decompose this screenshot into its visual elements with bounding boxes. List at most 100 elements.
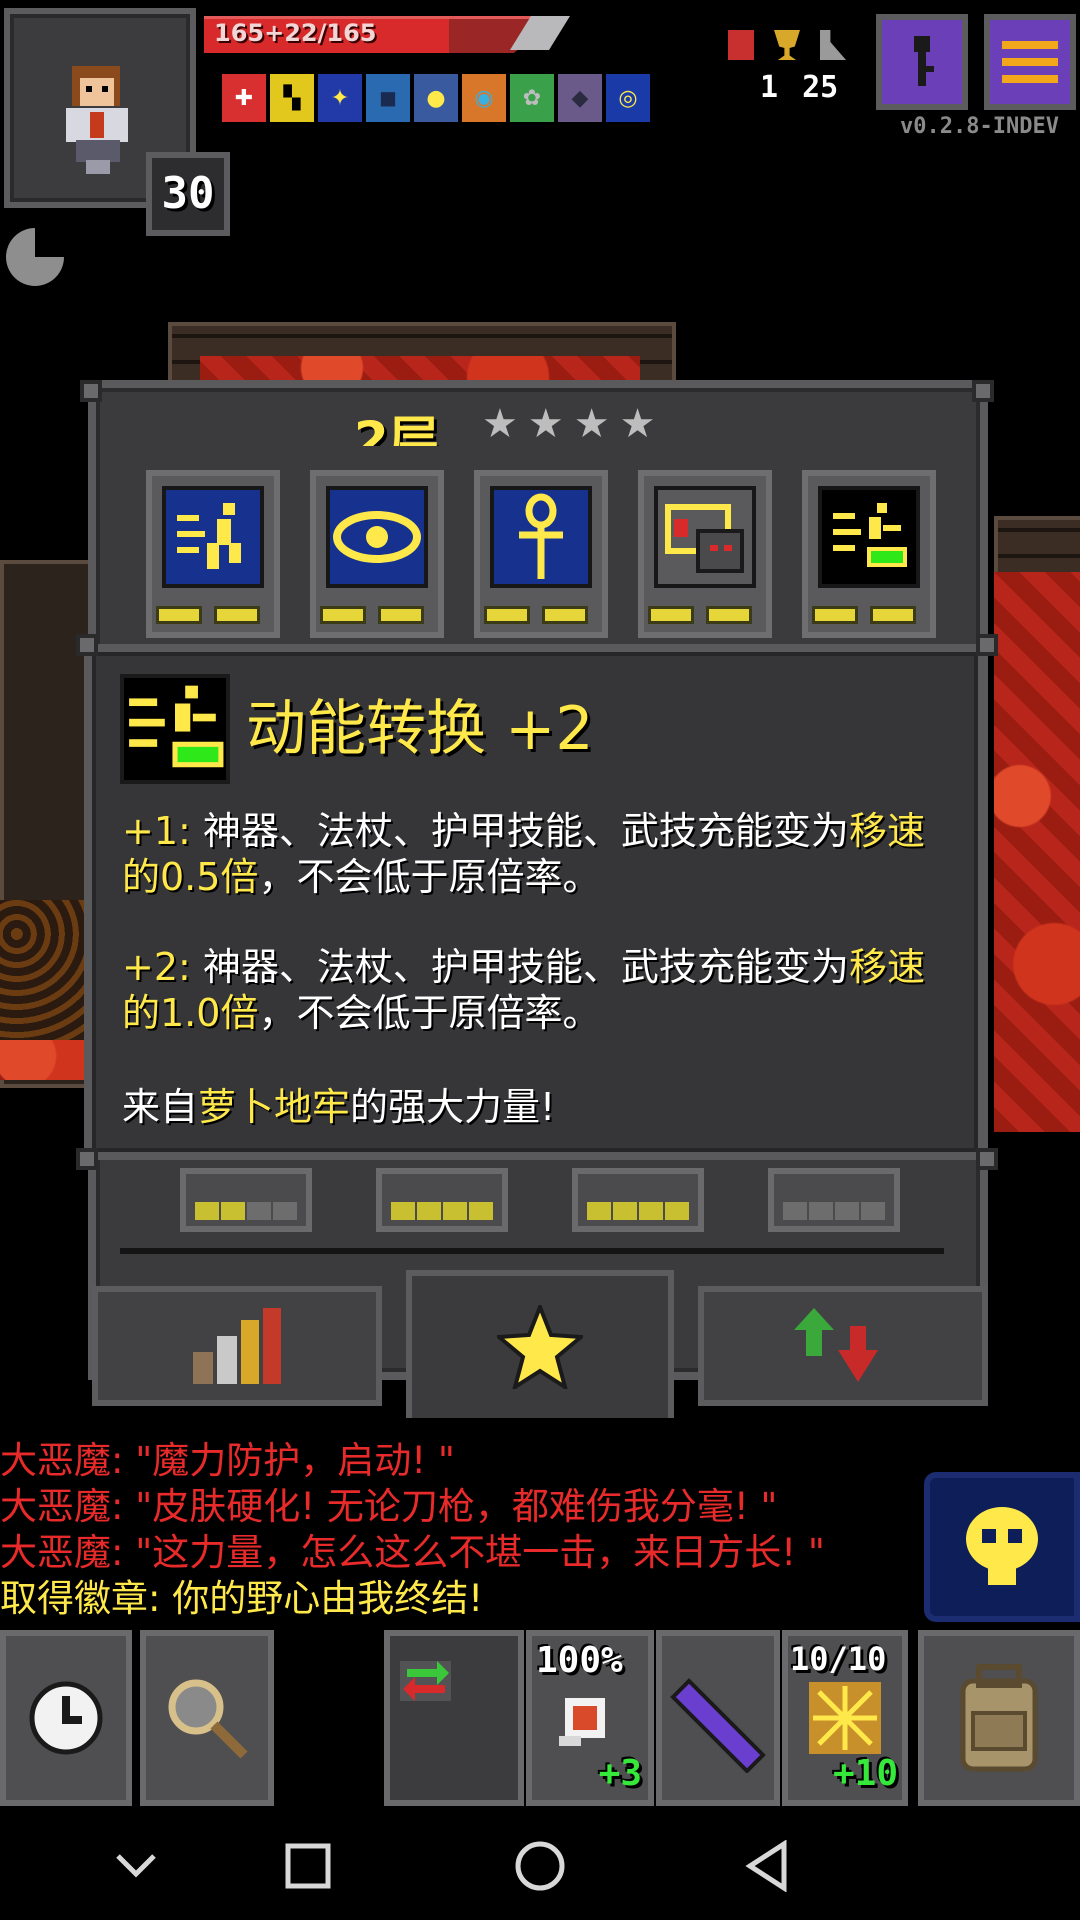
mind-vision-buff-icon[interactable]: ◉ — [462, 74, 506, 122]
key-icon — [914, 36, 934, 86]
talent-point-pip — [214, 606, 260, 624]
tier-star-icon: ★ — [527, 401, 564, 447]
amok-buff-icon[interactable]: ◆ — [558, 74, 602, 122]
wait-button[interactable] — [0, 1630, 132, 1806]
back-triangle-icon — [745, 1840, 787, 1892]
talent-tier-slot[interactable] — [376, 1168, 508, 1232]
pickaxe-item-icon — [559, 1698, 605, 1746]
tier-pip — [861, 1202, 885, 1220]
quickslot-charges: 10/10 — [790, 1640, 887, 1678]
quickslot-1[interactable]: 100% +3 — [526, 1630, 654, 1806]
tier-pip — [587, 1202, 611, 1220]
panel-corner — [976, 1148, 998, 1170]
quickslot-swap-grid[interactable] — [384, 1630, 524, 1806]
description-tail: ，不会低于原倍率。 — [258, 991, 601, 1035]
talent-slot-kinetic-conversion[interactable] — [802, 470, 936, 638]
badge-button[interactable] — [924, 1472, 1080, 1622]
lava-floor-right — [994, 572, 1080, 1132]
clock-icon — [29, 1681, 103, 1755]
talent-point-pip — [156, 606, 202, 624]
kinetic-conversion-talent-icon — [818, 486, 920, 588]
heal-buff-icon[interactable]: ✚ — [222, 74, 266, 122]
tier-pip — [221, 1202, 245, 1220]
talent-point-pip — [648, 606, 694, 624]
tier-star-icon: ★ — [573, 401, 610, 447]
nav-collapse-button[interactable] — [100, 1830, 172, 1902]
backpack-button[interactable] — [918, 1630, 1080, 1806]
description-tail: ，不会低于原倍率。 — [258, 855, 601, 899]
talent-slot-haste[interactable] — [146, 470, 280, 638]
search-button[interactable] — [140, 1630, 274, 1806]
stat-icons — [728, 30, 846, 60]
talent-slot-rune-card[interactable] — [638, 470, 772, 638]
level-prefix: +2: — [122, 945, 191, 989]
talent-point-pip — [378, 606, 424, 624]
quickslot-percent: 100% — [536, 1640, 623, 1681]
talent-point-pip — [320, 606, 366, 624]
talent-tier-slot[interactable] — [572, 1168, 704, 1232]
tier-pip — [195, 1202, 219, 1220]
talent-slot-eye[interactable] — [310, 470, 444, 638]
square-icon — [285, 1843, 331, 1889]
depth-count: 25 — [802, 70, 839, 105]
tier-star-icon: ★ — [482, 401, 518, 447]
depth-stairs-icon — [820, 30, 846, 60]
description-text: 神器、法杖、护甲技能、武技充能变为 — [202, 945, 849, 989]
dice-buff-icon[interactable]: ▚ — [270, 74, 314, 122]
sunburst-artifact-icon — [809, 1682, 881, 1754]
log-line: 大恶魔: "这力量，怎么这么不堪一击，来日方长! " — [0, 1531, 825, 1574]
stats-tab[interactable] — [92, 1286, 382, 1406]
version-label: v0.2.8-INDEV — [900, 114, 1059, 139]
tooltip-title: 动能转换 +2 — [246, 694, 594, 764]
backpack-icon — [960, 1664, 1038, 1772]
eye-buff-icon[interactable]: ◎ — [606, 74, 650, 122]
tooltip-line-2: +2: 神器、法杖、护甲技能、武技充能变为移速的1.0倍，不会低于原倍率。 — [122, 944, 962, 1036]
menu-button[interactable] — [984, 14, 1076, 110]
quickslot-upgrade: +10 — [832, 1753, 898, 1794]
tier-pip — [443, 1202, 467, 1220]
star-icon — [497, 1305, 583, 1389]
talent-tier-slot[interactable] — [180, 1168, 312, 1232]
journal-button[interactable] — [876, 14, 968, 110]
quickslot-upgrade: +3 — [598, 1753, 642, 1794]
talents-tab[interactable] — [406, 1270, 674, 1418]
hero-level: 30 — [146, 152, 230, 236]
tier-pip — [417, 1202, 441, 1220]
tier-title: 2层 — [354, 411, 439, 446]
talent-tier-slot[interactable] — [768, 1168, 900, 1232]
tier-pip — [469, 1202, 493, 1220]
shield-buff-icon[interactable]: ◼ — [366, 74, 410, 122]
tier-pip — [247, 1202, 271, 1220]
tier-pip — [835, 1202, 859, 1220]
quickslot-3[interactable]: 10/10 +10 — [782, 1630, 908, 1806]
nav-back-button[interactable] — [732, 1830, 804, 1902]
trophy-icon — [774, 30, 800, 60]
eye-talent-icon — [326, 486, 428, 588]
log-line: 大恶魔: "魔力防护，启动! " — [0, 1439, 455, 1482]
herb-buff-icon[interactable]: ✿ — [510, 74, 554, 122]
tier-pip — [639, 1202, 663, 1220]
tier-stars: ★ ★ ★ ★ — [482, 404, 655, 444]
wand-item-icon — [670, 1678, 766, 1773]
source-pre: 来自 — [122, 1085, 199, 1129]
talent-slot-ankh[interactable] — [474, 470, 608, 638]
stat-values: 1 25 — [760, 70, 838, 105]
buff-bar[interactable]: ✚ ▚ ✦ ◼ ● ◉ ✿ ◆ ◎ — [222, 74, 650, 122]
source-post: 的强大力量! — [350, 1085, 556, 1129]
spark-buff-icon[interactable]: ✦ — [318, 74, 362, 122]
log-line: 取得徽章: 你的野心由我终结! — [0, 1577, 484, 1620]
tier-pip — [391, 1202, 415, 1220]
tier-pip — [783, 1202, 807, 1220]
hamburger-menu-icon — [1002, 41, 1058, 83]
panel-corner — [976, 634, 998, 656]
bar-chart-icon — [193, 1308, 281, 1384]
swap-icon[interactable] — [400, 1660, 451, 1701]
search-icon — [168, 1679, 248, 1759]
nav-home-button[interactable] — [504, 1830, 576, 1902]
light-buff-icon[interactable]: ● — [414, 74, 458, 122]
tier-pip — [273, 1202, 297, 1220]
nav-recents-button[interactable] — [272, 1830, 344, 1902]
quickslot-2[interactable] — [656, 1630, 780, 1806]
items-tab[interactable] — [698, 1286, 988, 1406]
log-line: 大恶魔: "皮肤硬化! 无论刀枪，都难伤我分毫! " — [0, 1485, 778, 1528]
